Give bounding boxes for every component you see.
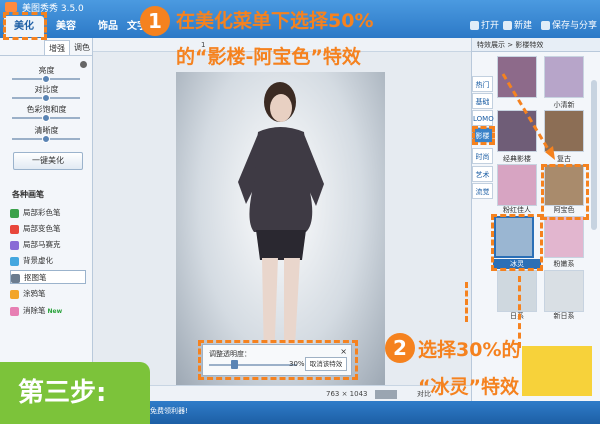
effect-label: 新日系 <box>553 312 575 320</box>
promo-tile[interactable] <box>522 346 592 396</box>
step1-line2: 的“影楼-阿宝色”特效 <box>176 46 361 68</box>
brush-blur-background[interactable]: 背景虚化 <box>10 254 86 268</box>
highlight-box-category <box>472 126 495 145</box>
save-icon <box>541 21 550 30</box>
subtab-color[interactable]: 调色 <box>71 40 93 55</box>
new-badge: New <box>47 308 63 315</box>
exif-badge[interactable] <box>375 390 397 399</box>
category-lomo[interactable]: LOMO <box>472 110 494 126</box>
one-click-beautify-button[interactable]: 一键美化 <box>13 152 83 170</box>
step1-line1: 在美化菜单下选择50% <box>176 10 374 32</box>
open-button[interactable]: 打开 <box>470 16 499 36</box>
brightness-slider[interactable] <box>12 75 80 83</box>
effect-thumb[interactable] <box>544 216 584 258</box>
bottom-promo-text[interactable]: 免费领利器! <box>150 406 188 416</box>
cutout-icon <box>11 274 20 283</box>
highlight-box-menu <box>3 12 47 40</box>
saturation-slider[interactable] <box>12 114 80 122</box>
brightness-knob[interactable] <box>42 75 50 83</box>
arrow-line-dialog <box>465 282 468 322</box>
tab-beauty[interactable]: 美容 <box>46 16 86 37</box>
highlight-box-abao <box>541 164 589 220</box>
subtab-strip: 增强 调色 <box>0 38 93 56</box>
effect-thumb[interactable] <box>497 270 537 312</box>
brush-local-recolor[interactable]: 局部变色笔 <box>10 222 86 236</box>
highlight-box-dialog <box>198 340 358 380</box>
step3-banner: 第三步: <box>0 362 150 424</box>
contrast-slider[interactable] <box>12 94 80 102</box>
effect-thumb[interactable] <box>544 270 584 312</box>
category-fashion[interactable]: 时尚 <box>472 148 493 164</box>
effect-label: 日系 <box>510 312 524 320</box>
eraser-icon <box>10 307 19 316</box>
pencil-icon <box>10 290 19 299</box>
step1-badge: 1 <box>140 6 170 36</box>
arrow-step1 <box>501 73 555 160</box>
mosaic-icon <box>10 241 19 250</box>
plus-icon <box>503 21 512 30</box>
app-logo-icon <box>5 2 17 12</box>
highlight-box-bingling <box>491 214 543 271</box>
folder-icon <box>470 21 479 30</box>
brush-icon <box>10 225 19 234</box>
category-basic[interactable]: 基础 <box>472 93 493 109</box>
category-other[interactable]: 流觉 <box>472 183 493 199</box>
step2-line1: 选择30%的 <box>418 339 521 361</box>
save-share-button[interactable]: 保存与分享 <box>541 16 597 36</box>
blur-icon <box>10 257 19 266</box>
category-hot[interactable]: 热门 <box>472 76 493 92</box>
category-art[interactable]: 艺术 <box>472 166 493 182</box>
effect-label: 粉嫩系 <box>553 260 575 268</box>
brush-eraser[interactable]: 消除笔 New <box>10 304 86 318</box>
brushes-title: 各种画笔 <box>12 190 44 199</box>
brush-cutout[interactable]: 抠图笔 <box>10 270 86 284</box>
effect-thumb[interactable] <box>497 164 537 206</box>
image-size: 763 × 1043 <box>326 390 368 398</box>
brush-icon <box>10 209 19 218</box>
brush-local-color[interactable]: 局部彩色笔 <box>10 206 86 220</box>
sharpness-slider[interactable] <box>12 135 80 143</box>
new-button[interactable]: 新建 <box>503 16 532 36</box>
saturation-knob[interactable] <box>42 114 50 122</box>
brush-mosaic[interactable]: 局部马赛克 <box>10 238 86 252</box>
step2-line2: “冰灵”特效 <box>418 376 519 398</box>
subtab-enhance[interactable]: 增强 <box>44 40 70 55</box>
step2-badge: 2 <box>385 333 415 363</box>
effects-scrollbar[interactable] <box>591 80 597 230</box>
brush-doodle[interactable]: 涂鸦笔 <box>10 287 86 301</box>
sharpness-knob[interactable] <box>42 135 50 143</box>
contrast-knob[interactable] <box>42 94 50 102</box>
effects-breadcrumb: 特效展示 > 影楼特效 <box>472 38 600 52</box>
app-window: { "app": {"title": "美图秀秀 3.5.0"}, "menu_… <box>0 0 600 424</box>
